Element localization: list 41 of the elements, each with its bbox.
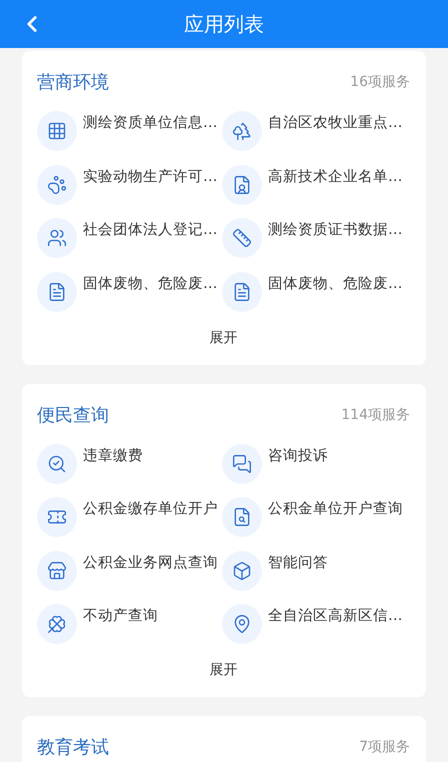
service-link[interactable]: 实验动物生产许可… — [83, 164, 218, 186]
page-title: 应用列表 — [184, 10, 264, 38]
box-icon[interactable] — [222, 550, 262, 590]
document-icon[interactable] — [222, 272, 262, 312]
service-link[interactable]: 不动产查询 — [83, 604, 158, 626]
service-count: 7项服务 — [359, 738, 410, 756]
service-count: 16项服务 — [350, 73, 410, 91]
service-link[interactable]: 违章缴费 — [83, 444, 143, 466]
section-title: 教育考试 — [37, 736, 109, 759]
grid-icon[interactable] — [37, 111, 77, 151]
section-title: 便民查询 — [37, 404, 109, 426]
service-link[interactable]: 智能问答 — [268, 550, 328, 572]
service-link[interactable]: 公积金缴存单位开户 — [83, 497, 218, 519]
service-link[interactable]: 固体废物、危险废… — [83, 272, 218, 294]
service-link[interactable]: 自治区农牧业重点… — [268, 111, 402, 133]
trees-icon[interactable] — [222, 111, 262, 151]
document-person-icon[interactable] — [222, 164, 262, 204]
ticket-icon[interactable] — [37, 497, 77, 537]
service-link[interactable]: 公积金业务网点查询 — [83, 550, 218, 572]
service-link[interactable]: 咨询投诉 — [268, 444, 328, 466]
clover-icon[interactable] — [37, 604, 77, 644]
ruler-icon[interactable] — [222, 218, 262, 258]
service-link[interactable]: 固体废物、危险废… — [268, 272, 402, 294]
service-link[interactable]: 高新技术企业名单… — [268, 164, 402, 186]
service-link[interactable]: 测绘资质证书数据… — [268, 218, 402, 240]
paw-print-icon[interactable] — [37, 164, 77, 204]
document-search-icon[interactable] — [222, 497, 262, 537]
section-title: 营商环境 — [37, 71, 109, 94]
store-icon[interactable] — [37, 550, 77, 590]
service-link[interactable]: 全自治区高新区信… — [268, 604, 402, 626]
map-pin-icon[interactable] — [222, 604, 262, 644]
expand-button[interactable]: 展开 — [206, 328, 242, 346]
expand-button[interactable]: 展开 — [206, 661, 242, 679]
search-icon[interactable] — [37, 444, 77, 484]
service-link[interactable]: 测绘资质单位信息… — [83, 111, 218, 133]
document-icon[interactable] — [37, 272, 77, 312]
service-link[interactable]: 社会团体法人登记… — [83, 218, 218, 240]
service-link[interactable]: 公积金单位开户查询 — [268, 497, 403, 519]
chat-icon[interactable] — [222, 444, 262, 484]
service-count: 114项服务 — [341, 406, 410, 424]
people-icon[interactable] — [37, 218, 77, 258]
